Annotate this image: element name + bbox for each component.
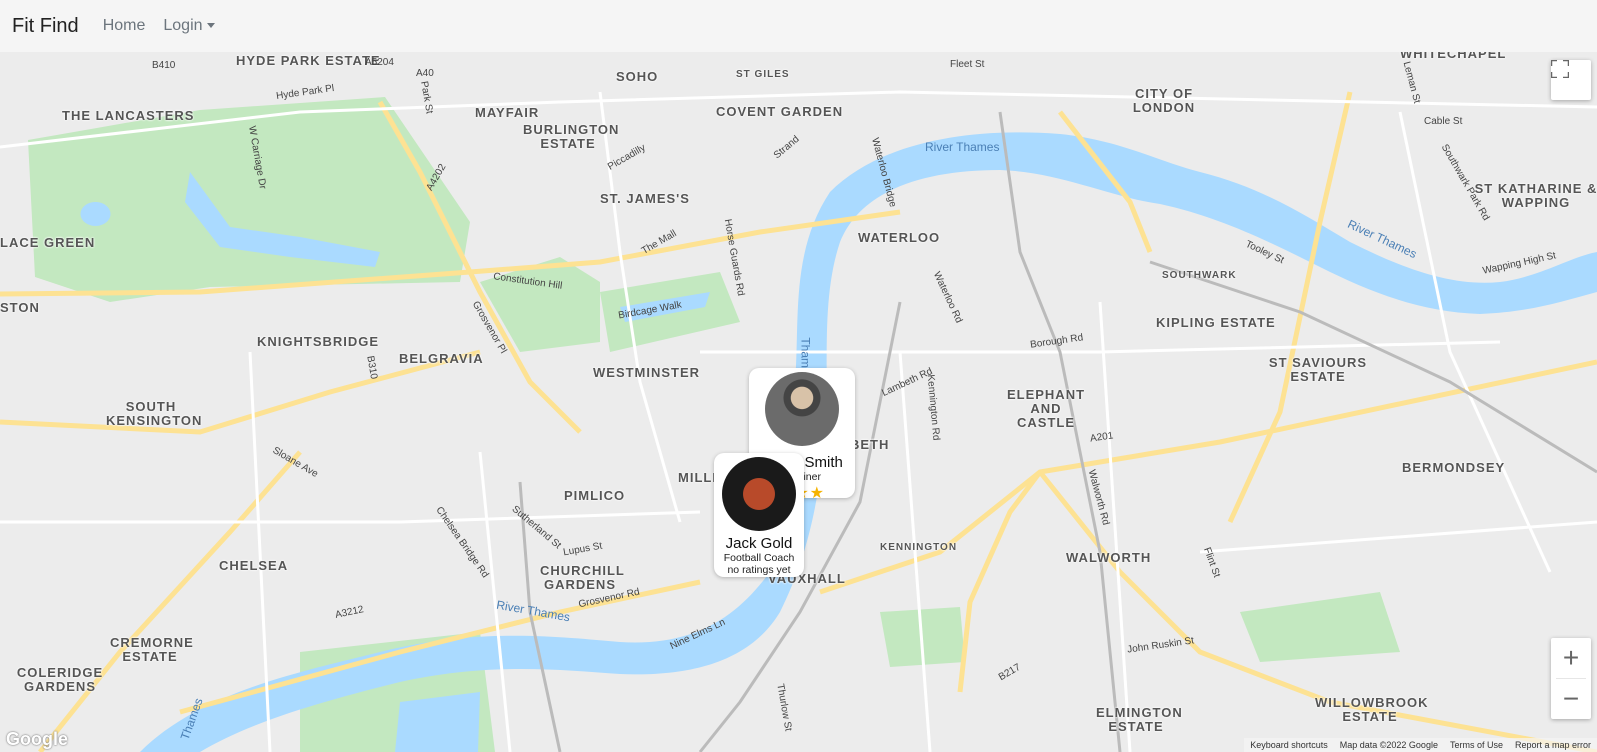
keyboard-shortcuts-link[interactable]: Keyboard shortcuts [1244, 738, 1334, 752]
map-footer: Keyboard shortcuts Map data ©2022 Google… [1244, 738, 1597, 752]
area-label: THE LANCASTERS [62, 108, 195, 123]
fullscreen-button[interactable] [1551, 60, 1591, 100]
area-label: SOHO [616, 69, 659, 84]
nav-login-dropdown[interactable]: Login [163, 17, 215, 35]
nav-login-label: Login [163, 17, 203, 34]
terms-link[interactable]: Terms of Use [1444, 738, 1509, 752]
road-label: B410 [152, 60, 176, 71]
trainer-avatar-image [765, 372, 839, 446]
road-label: Cable St [1424, 116, 1463, 127]
area-label: SOUTH KENSINGTON [106, 399, 203, 428]
nav-home[interactable]: Home [103, 17, 146, 35]
area-label: HYDE PARK ESTATE [236, 53, 381, 68]
road-label: Fleet St [950, 59, 985, 70]
area-label: KENNINGTON [880, 542, 958, 553]
area-label: ST KATHARINE & WAPPING [1474, 181, 1597, 210]
report-error-link[interactable]: Report a map error [1509, 738, 1597, 752]
area-label: CREMORNE ESTATE [110, 635, 194, 664]
lake-round-pond [80, 202, 111, 226]
area-label: CITY OF LONDON [1132, 86, 1196, 115]
navbar: Fit Find Home Login [0, 0, 1597, 52]
trainer-marker[interactable]: Jack Gold Football Coach no ratings yet [714, 453, 804, 577]
area-label: COLERIDGE GARDENS [16, 665, 104, 694]
road-label: A40 [416, 68, 434, 79]
area-label: ST. JAMES'S [600, 191, 690, 206]
area-label: ELEPHANT AND CASTLE [1006, 387, 1086, 430]
area-label: KIPLING ESTATE [1156, 315, 1276, 330]
area-label: PIMLICO [564, 488, 626, 503]
trainer-role: Football Coach [723, 552, 795, 564]
area-label: BELGRAVIA [399, 351, 484, 366]
area-label: BETH [850, 437, 890, 452]
area-label: WATERLOO [858, 230, 941, 245]
trainer-avatar-image [722, 457, 796, 531]
area-label: ST SAVIOURS ESTATE [1268, 355, 1368, 384]
chevron-down-icon [206, 23, 215, 29]
area-label: WHITECHAPEL [1400, 52, 1507, 61]
area-label: WALWORTH [1066, 550, 1152, 565]
area-label: BERMONDSEY [1402, 460, 1506, 475]
map-data-text: Map data ©2022 Google [1339, 740, 1438, 750]
zoom-in-button[interactable]: + [1551, 638, 1591, 678]
google-logo[interactable]: Google [6, 729, 68, 750]
area-label: COVENT GARDEN [716, 104, 844, 119]
rating-text: no ratings yet [727, 564, 791, 576]
area-label: LACE GREEN [0, 235, 96, 250]
zoom-out-button[interactable]: − [1551, 679, 1591, 719]
area-label: ELMINGTON ESTATE [1096, 705, 1183, 734]
fullscreen-icon [1551, 60, 1569, 78]
map-canvas[interactable]: HYDE PARK ESTATE THE LANCASTERS MAYFAIR … [0, 52, 1597, 752]
area-label: ST GILES [736, 69, 790, 80]
river-label: River Thames [925, 140, 1000, 154]
area-label: WILLOWBROOK ESTATE [1315, 695, 1429, 724]
road-label: A5204 [365, 57, 394, 68]
area-label: WESTMINSTER [593, 365, 701, 380]
area-label: SOUTHWARK [1162, 270, 1237, 281]
area-label: CHURCHILL GARDENS [540, 563, 625, 592]
brand-logo[interactable]: Fit Find [12, 15, 79, 38]
area-label: MAYFAIR [475, 105, 540, 120]
area-label: MILLI [678, 470, 717, 485]
area-label: KNIGHTSBRIDGE [257, 334, 380, 349]
trainer-name: Jack Gold [725, 535, 793, 552]
area-label: CHELSEA [219, 558, 289, 573]
area-label: BURLINGTON ESTATE [523, 122, 620, 151]
zoom-control: + − [1551, 638, 1591, 719]
area-label: STON [0, 300, 40, 315]
